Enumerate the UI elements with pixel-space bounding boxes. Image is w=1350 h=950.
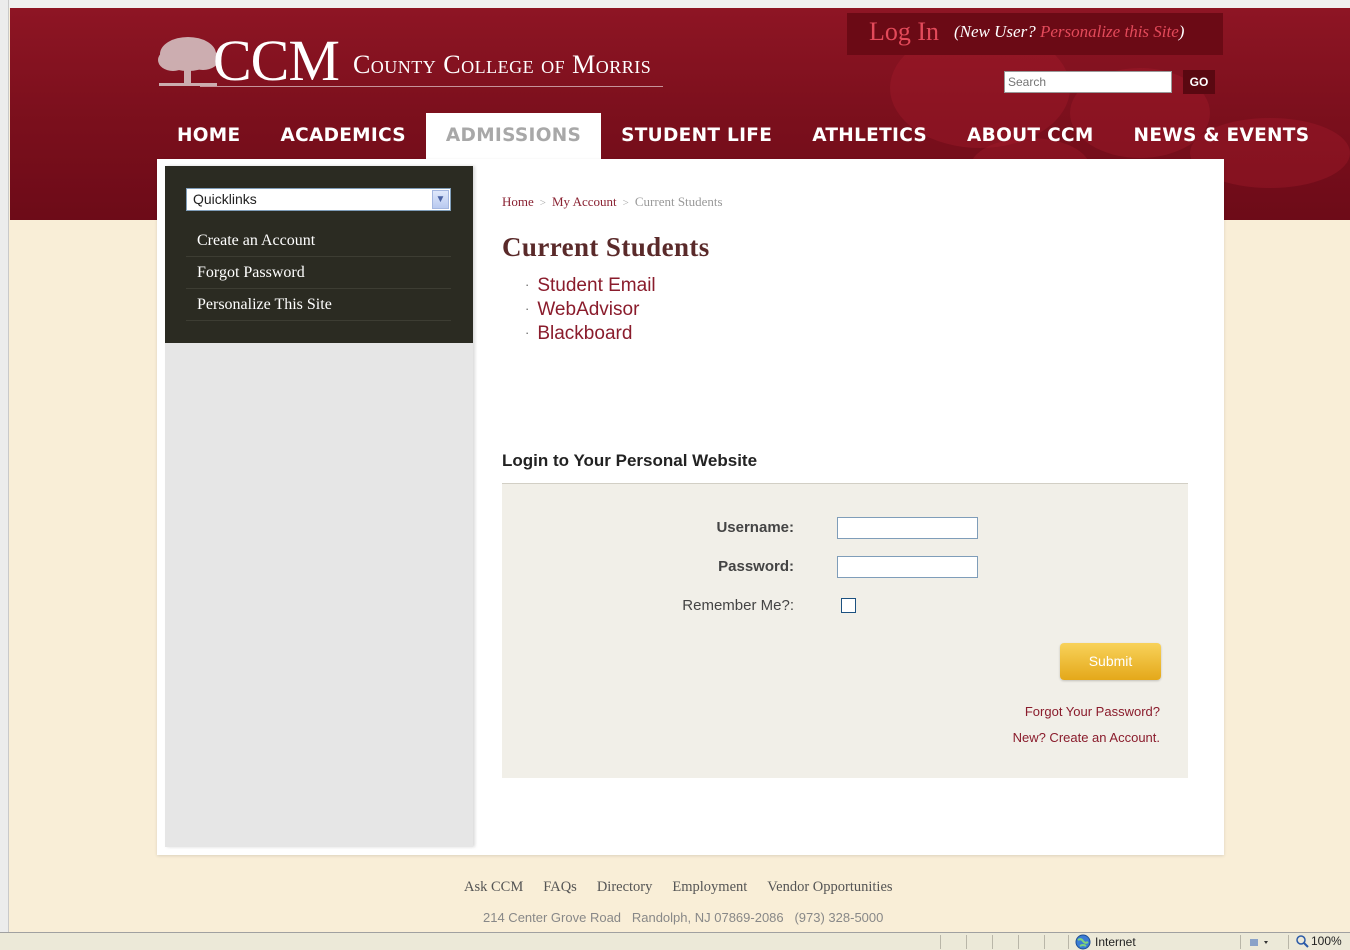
footer-address: 214 Center Grove Road Randolph, NJ 07869…: [483, 910, 884, 925]
globe-icon: [1075, 934, 1091, 950]
username-label: Username:: [716, 519, 794, 536]
nav-item-admissions[interactable]: ADMISSIONS: [425, 113, 602, 159]
nav-item-student-life[interactable]: STUDENT LIFE: [601, 113, 792, 159]
footer-link-employment[interactable]: Employment: [672, 879, 747, 896]
site-logo[interactable]: CCM County College of Morris: [155, 30, 651, 90]
protected-mode-icon[interactable]: [1248, 936, 1272, 948]
password-label: Password:: [718, 558, 794, 575]
tree-logo-icon: [158, 37, 219, 86]
footer-link-ask-ccm[interactable]: Ask CCM: [464, 879, 523, 896]
footer-link-faqs[interactable]: FAQs: [543, 879, 577, 896]
login-link[interactable]: Log In: [869, 17, 939, 47]
nav-item-news-events[interactable]: NEWS & EVENTS: [1114, 113, 1330, 159]
personalize-site-link[interactable]: Personalize this Site: [1040, 22, 1179, 41]
remember-me-checkbox[interactable]: [841, 598, 856, 613]
nav-item-athletics[interactable]: ATHLETICS: [792, 113, 947, 159]
breadcrumb-my-account[interactable]: My Account: [552, 194, 617, 209]
forgot-password-link[interactable]: Forgot Your Password?: [1025, 704, 1160, 719]
sidebar-link-forgot-password[interactable]: Forgot Password: [186, 257, 451, 289]
browser-status-bar: Internet 100%: [0, 932, 1350, 950]
browser-viewport: CCM County College of Morris Log In (New…: [0, 0, 1350, 932]
breadcrumb: Home > My Account > Current Students: [502, 194, 723, 210]
new-user-suffix: ): [1178, 22, 1185, 41]
student-email-link[interactable]: Student Email: [537, 275, 655, 296]
quicklinks-selected-value: Quicklinks: [193, 191, 257, 207]
login-form-heading: Login to Your Personal Website: [502, 451, 758, 470]
logo-college-name: County College of Morris: [352, 50, 652, 79]
new-user-prefix: (New User?: [954, 22, 1040, 41]
footer-link-directory[interactable]: Directory: [597, 879, 653, 896]
create-account-link[interactable]: New? Create an Account.: [1013, 730, 1160, 745]
password-field[interactable]: [837, 556, 978, 578]
nav-item-about-ccm[interactable]: ABOUT CCM: [947, 113, 1114, 159]
list-item: · WebAdvisor: [525, 298, 656, 322]
sidebar-link-create-account[interactable]: Create an Account: [186, 225, 451, 257]
page-title: Current Students: [502, 232, 710, 262]
zoom-icon: [1296, 934, 1309, 948]
remember-me-label: Remember Me?:: [682, 597, 794, 614]
username-field[interactable]: [837, 517, 978, 539]
new-user-note: (New User? Personalize this Site): [954, 22, 1184, 42]
nav-item-home[interactable]: HOME: [157, 113, 260, 159]
footer-link-vendor-opportunities[interactable]: Vendor Opportunities: [767, 879, 892, 896]
zoom-level[interactable]: 100%: [1296, 934, 1342, 948]
zoom-level-label: 100%: [1311, 934, 1342, 948]
chevron-down-icon[interactable]: ▼: [432, 190, 449, 209]
logo-underline: [200, 86, 663, 87]
security-zone-label: Internet: [1095, 935, 1136, 949]
breadcrumb-separator: >: [622, 197, 629, 209]
bullet-glyph: ·: [525, 277, 530, 292]
student-links-list: · Student Email · WebAdvisor · Blackboard: [525, 274, 656, 346]
breadcrumb-current: Current Students: [634, 194, 723, 209]
search-input[interactable]: [1004, 71, 1172, 93]
list-item: · Blackboard: [525, 322, 656, 346]
security-zone[interactable]: Internet: [1075, 934, 1136, 950]
breadcrumb-separator: >: [539, 197, 546, 209]
submit-button[interactable]: Submit: [1060, 643, 1161, 680]
sidebar: Quicklinks ▼ Create an Account Forgot Pa…: [165, 166, 473, 847]
breadcrumb-home[interactable]: Home: [502, 194, 534, 209]
blackboard-link[interactable]: Blackboard: [537, 323, 632, 344]
sidebar-quicklinks-panel: Quicklinks ▼ Create an Account Forgot Pa…: [165, 166, 473, 343]
browser-top-edge: [9, 0, 1350, 8]
quicklinks-select[interactable]: Quicklinks ▼: [186, 188, 451, 211]
footer-links: Ask CCM FAQs Directory Employment Vendor…: [464, 879, 913, 896]
sidebar-link-personalize[interactable]: Personalize This Site: [186, 289, 451, 321]
list-item: · Student Email: [525, 274, 656, 298]
webadvisor-link[interactable]: WebAdvisor: [537, 299, 639, 320]
nav-item-academics[interactable]: ACADEMICS: [260, 113, 425, 159]
bullet-glyph: ·: [525, 325, 530, 340]
login-box: Log In (New User? Personalize this Site): [847, 13, 1223, 55]
browser-left-gutter: [0, 0, 9, 932]
search-go-button[interactable]: GO: [1183, 70, 1215, 94]
logo-acronym: CCM: [213, 28, 340, 93]
main-nav: HOME ACADEMICS ADMISSIONS STUDENT LIFE A…: [157, 113, 1329, 159]
bullet-glyph: ·: [525, 301, 530, 316]
login-form-panel: Username: Password: Remember Me?: Submit…: [502, 483, 1188, 778]
